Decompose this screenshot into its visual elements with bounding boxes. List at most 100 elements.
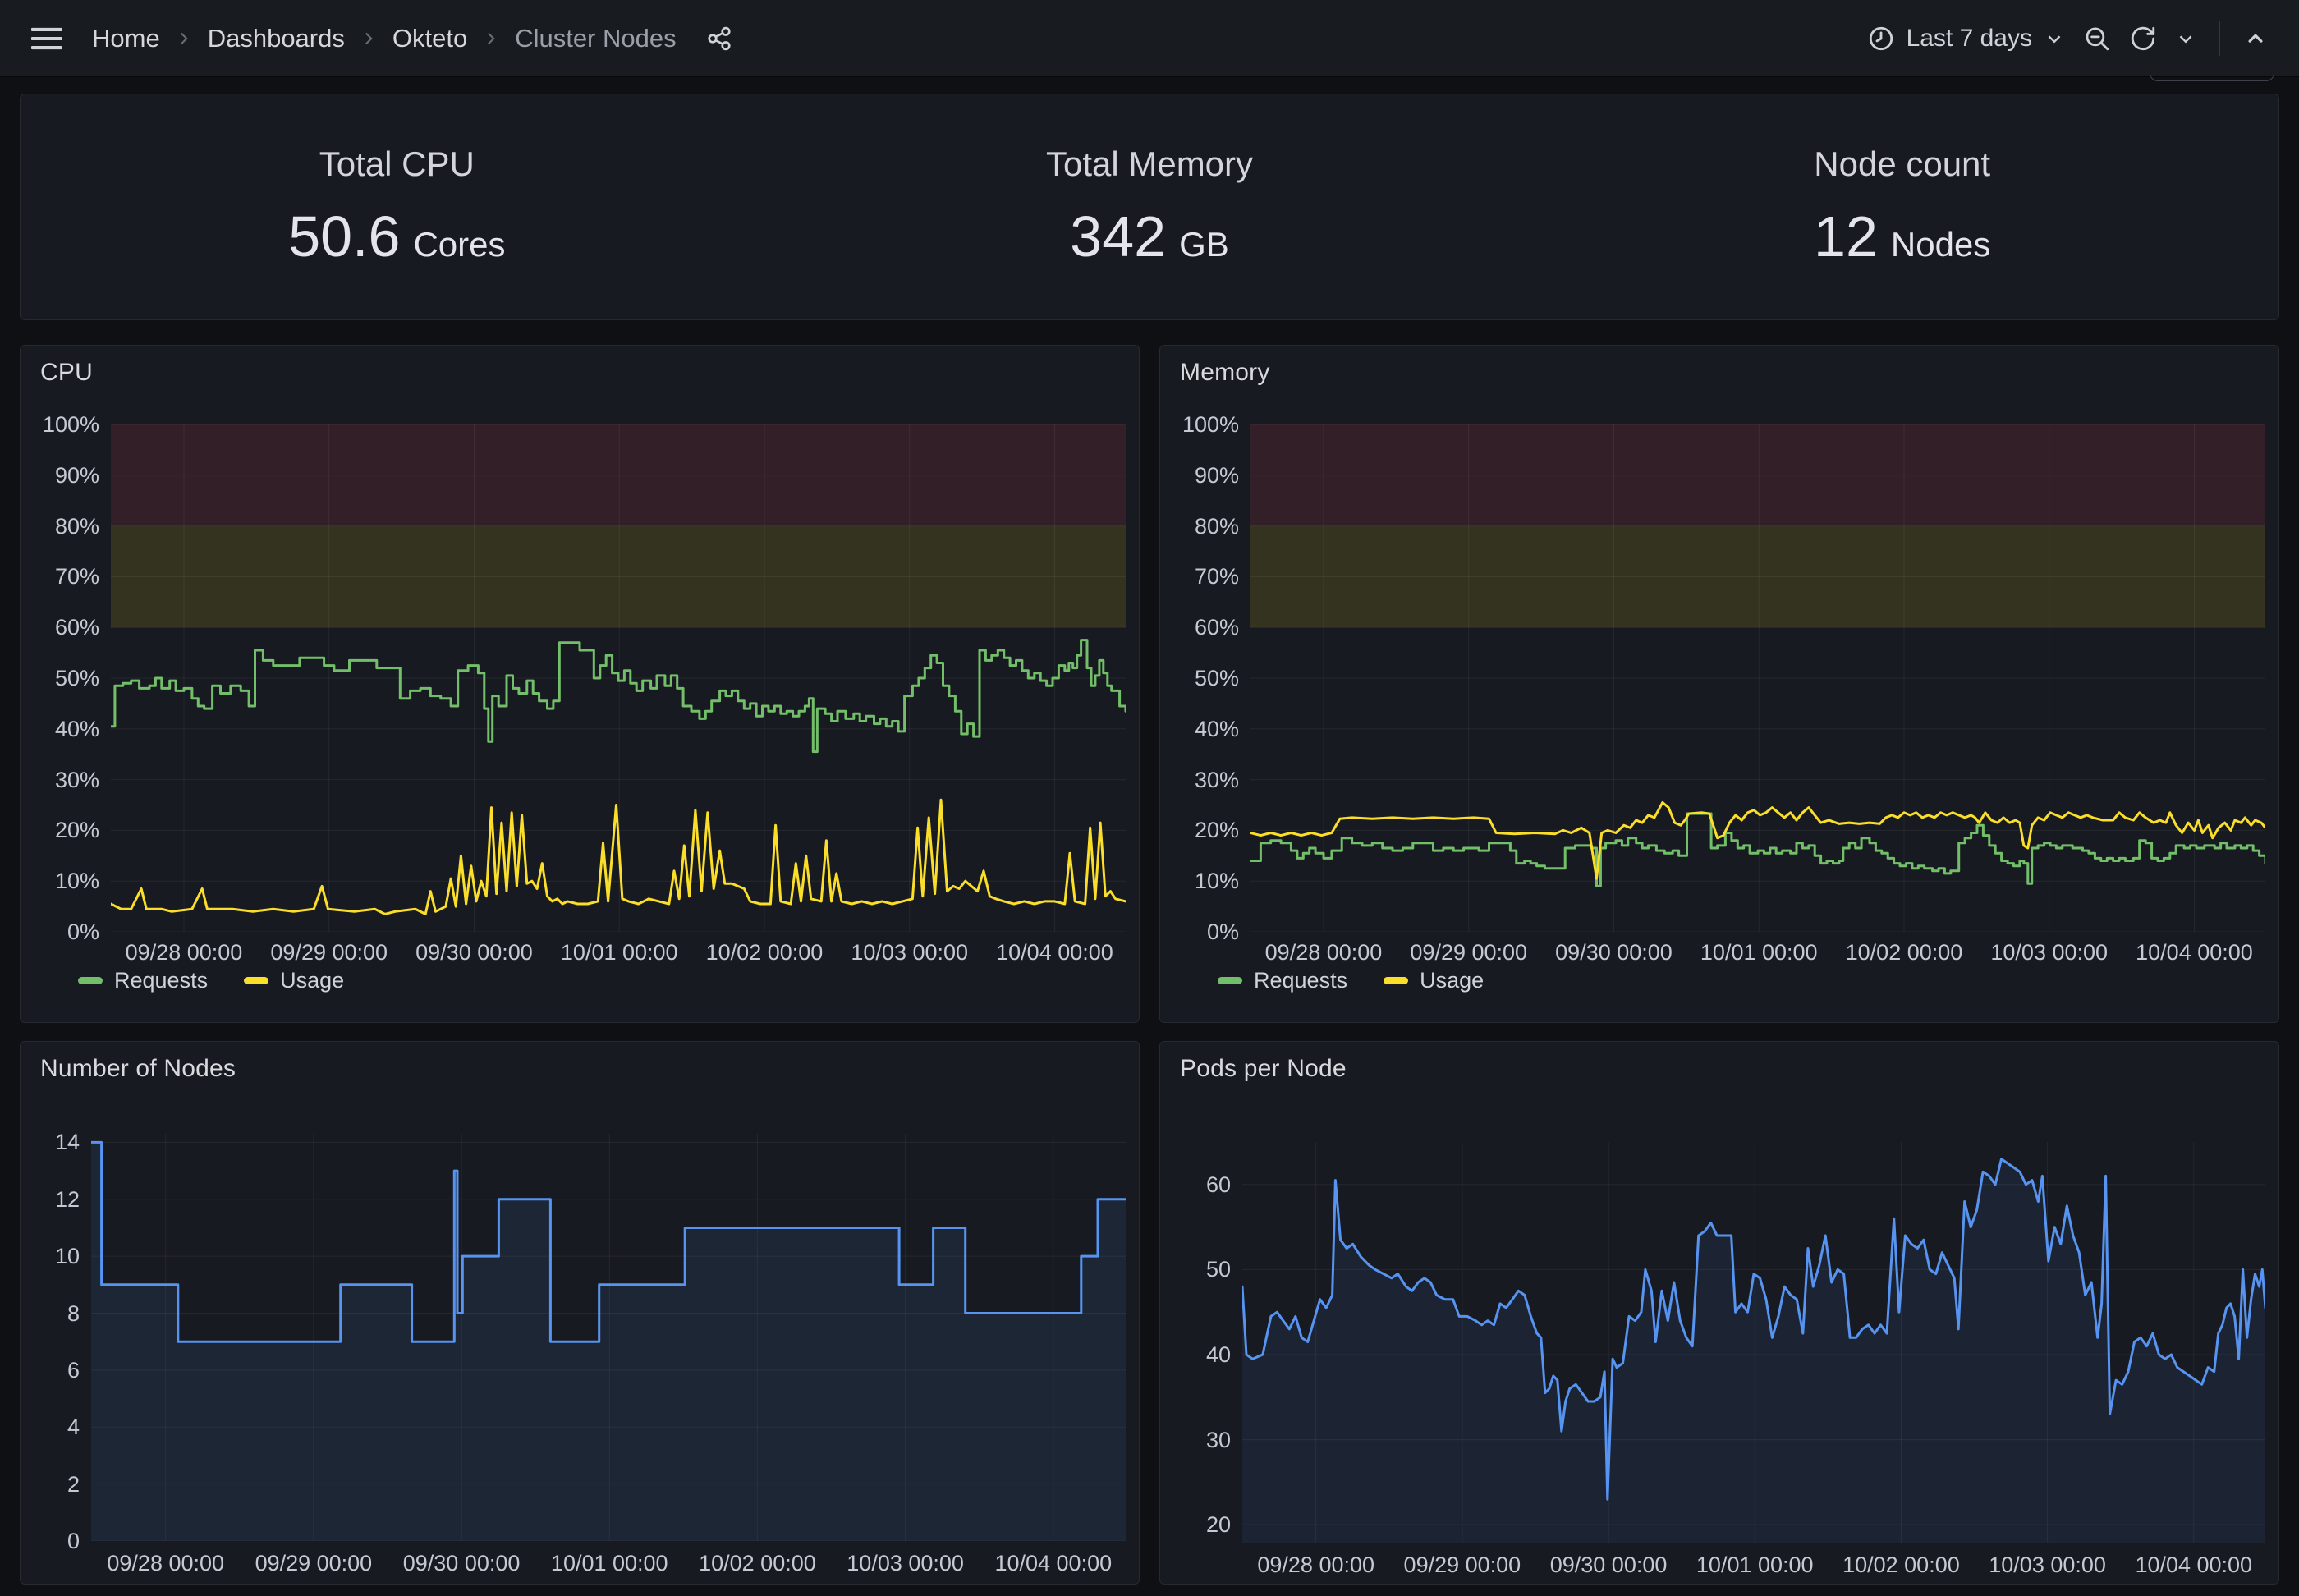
- cpu-y-tick-label: 20%: [21, 818, 99, 842]
- cpu-plot-area[interactable]: [111, 424, 1126, 932]
- nodes-y-tick-label: 12: [21, 1187, 80, 1212]
- pods-y-tick-label: 60: [1160, 1172, 1231, 1197]
- menu-toggle-button[interactable]: [25, 20, 69, 57]
- stat-unit: Cores: [413, 225, 505, 264]
- pods-y-tick-label: 50: [1160, 1257, 1231, 1282]
- chevron-right-icon: [358, 28, 379, 49]
- memory-legend-usage[interactable]: Usage: [1384, 968, 1484, 993]
- nodes-y-tick-label: 10: [21, 1244, 80, 1268]
- pods-per-node-panel-title[interactable]: Pods per Node: [1180, 1055, 1347, 1083]
- memory-y-tick-label: 70%: [1160, 564, 1239, 589]
- navbar-divider: [2219, 21, 2220, 56]
- legend-swatch: [78, 977, 103, 984]
- nodes-y-tick-label: 14: [21, 1130, 80, 1154]
- memory-y-tick-label: 20%: [1160, 818, 1239, 842]
- memory-y-tick-label: 80%: [1160, 514, 1239, 539]
- nodes-y-tick-label: 2: [21, 1472, 80, 1497]
- memory-y-tick-label: 10%: [1160, 869, 1239, 893]
- stat-value: 50.6: [288, 204, 400, 269]
- cpu-y-tick-label: 50%: [21, 666, 99, 690]
- stat-unit: Nodes: [1891, 225, 1990, 264]
- cpu-y-tick-label: 100%: [21, 412, 99, 437]
- cpu-y-tick-label: 90%: [21, 463, 99, 488]
- pods-per-node-panel: Pods per Node 203040506009/28 00:0009/29…: [1159, 1041, 2279, 1585]
- cpu-panel: CPU 0%10%20%30%40%50%60%70%80%90%100%09/…: [20, 345, 1140, 1023]
- pods-y-tick-label: 20: [1160, 1512, 1231, 1537]
- legend-swatch: [244, 977, 268, 984]
- caret-up-icon: [2243, 26, 2268, 51]
- share-nodes-icon: [706, 25, 732, 52]
- cpu-legend-requests[interactable]: Requests: [78, 968, 208, 993]
- stat-node-count: Node count 12 Nodes: [1526, 94, 2278, 319]
- nodes-y-tick-label: 6: [21, 1358, 80, 1383]
- stat-total-memory: Total Memory 342 GB: [773, 94, 1526, 319]
- cpu-x-tick-label: 10/04 00:00: [964, 940, 1145, 965]
- memory-y-tick-label: 30%: [1160, 768, 1239, 792]
- memory-y-tick-label: 40%: [1160, 717, 1239, 741]
- stat-value-row: 342 GB: [1070, 204, 1228, 269]
- pods-y-tick-label: 30: [1160, 1428, 1231, 1452]
- chevron-down-icon: [2175, 28, 2196, 49]
- stat-unit: GB: [1179, 225, 1229, 264]
- stat-total-cpu: Total CPU 50.6 Cores: [21, 94, 773, 319]
- memory-panel: Memory 0%10%20%30%40%50%60%70%80%90%100%…: [1159, 345, 2279, 1023]
- memory-panel-title[interactable]: Memory: [1180, 359, 1270, 387]
- stat-title: Node count: [1814, 144, 1990, 184]
- legend-label: Usage: [1420, 968, 1484, 993]
- refresh-button[interactable]: [2122, 18, 2164, 59]
- scrolled-panel-edge: [2150, 57, 2274, 81]
- share-dashboard-button[interactable]: [700, 19, 739, 58]
- chevron-right-icon: [173, 28, 195, 49]
- clock-icon: [1867, 25, 1895, 53]
- zoom-out-time-button[interactable]: [2076, 18, 2118, 59]
- nodes-y-tick-label: 4: [21, 1415, 80, 1439]
- memory-y-tick-label: 100%: [1160, 412, 1239, 437]
- cpu-panel-title[interactable]: CPU: [40, 359, 93, 387]
- time-range-picker[interactable]: Last 7 days: [1861, 18, 2072, 59]
- cpu-y-tick-label: 30%: [21, 768, 99, 792]
- magnifier-minus-icon: [2083, 25, 2111, 53]
- legend-label: Requests: [114, 968, 208, 993]
- breadcrumb-dashboards[interactable]: Dashboards: [208, 24, 345, 53]
- memory-legend-requests[interactable]: Requests: [1218, 968, 1347, 993]
- chevron-right-icon: [480, 28, 502, 49]
- nodes-y-tick-label: 8: [21, 1301, 80, 1326]
- cpu-legend: Requests Usage: [78, 968, 344, 993]
- cpu-y-tick-label: 80%: [21, 514, 99, 539]
- pods-x-tick-label: 10/04 00:00: [2104, 1552, 2284, 1577]
- collapse-controls-button[interactable]: [2237, 20, 2274, 57]
- memory-y-tick-label: 60%: [1160, 615, 1239, 640]
- cpu-y-tick-label: 60%: [21, 615, 99, 640]
- summary-stats-panel: Total CPU 50.6 Cores Total Memory 342 GB…: [20, 94, 2279, 320]
- breadcrumb-okteto[interactable]: Okteto: [392, 24, 467, 53]
- stat-title: Total CPU: [319, 144, 475, 184]
- hamburger-icon: [31, 26, 62, 51]
- number-of-nodes-panel: Number of Nodes 0246810121409/28 00:0009…: [20, 1041, 1140, 1585]
- nodes-x-tick-label: 10/04 00:00: [963, 1551, 1144, 1575]
- time-range-label: Last 7 days: [1907, 25, 2032, 53]
- cpu-y-tick-label: 70%: [21, 564, 99, 589]
- memory-y-tick-label: 50%: [1160, 666, 1239, 690]
- legend-label: Usage: [280, 968, 344, 993]
- cpu-y-tick-label: 40%: [21, 717, 99, 741]
- breadcrumb-cluster-nodes: Cluster Nodes: [515, 24, 676, 53]
- pods-plot-area[interactable]: [1242, 1142, 2265, 1543]
- memory-y-tick-label: 90%: [1160, 463, 1239, 488]
- breadcrumb-home[interactable]: Home: [92, 24, 160, 53]
- refresh-interval-dropdown[interactable]: [2168, 21, 2203, 56]
- stat-value: 342: [1070, 204, 1166, 269]
- nodes-plot-area[interactable]: [91, 1134, 1126, 1541]
- cpu-legend-usage[interactable]: Usage: [244, 968, 344, 993]
- breadcrumb: Home Dashboards Okteto Cluster Nodes: [92, 24, 677, 53]
- legend-label: Requests: [1254, 968, 1347, 993]
- legend-swatch: [1218, 977, 1242, 984]
- memory-legend: Requests Usage: [1218, 968, 1484, 993]
- memory-x-tick-label: 10/04 00:00: [2104, 940, 2284, 965]
- nodes-y-tick-label: 0: [21, 1529, 80, 1553]
- refresh-icon: [2129, 25, 2157, 53]
- memory-plot-area[interactable]: [1250, 424, 2265, 932]
- number-of-nodes-panel-title[interactable]: Number of Nodes: [40, 1055, 236, 1083]
- cpu-y-tick-label: 10%: [21, 869, 99, 893]
- stat-title: Total Memory: [1046, 144, 1253, 184]
- chevron-down-icon: [2044, 28, 2065, 49]
